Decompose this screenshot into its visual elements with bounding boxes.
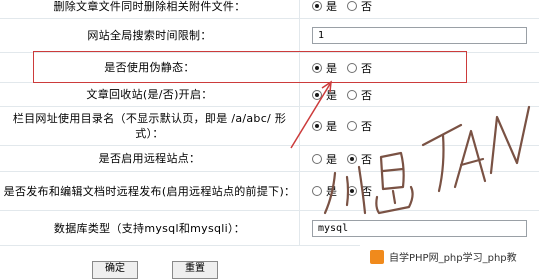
signature-watermark xyxy=(323,105,531,215)
site-watermark: 自学PHP网_php学习_php教 xyxy=(360,244,539,269)
watermark-text: 自学PHP网_php学习_php教 xyxy=(389,253,517,264)
reset-button[interactable]: 重置 xyxy=(172,261,218,279)
confirm-button[interactable]: 确定 xyxy=(92,261,138,279)
php-logo-icon xyxy=(370,249,384,264)
